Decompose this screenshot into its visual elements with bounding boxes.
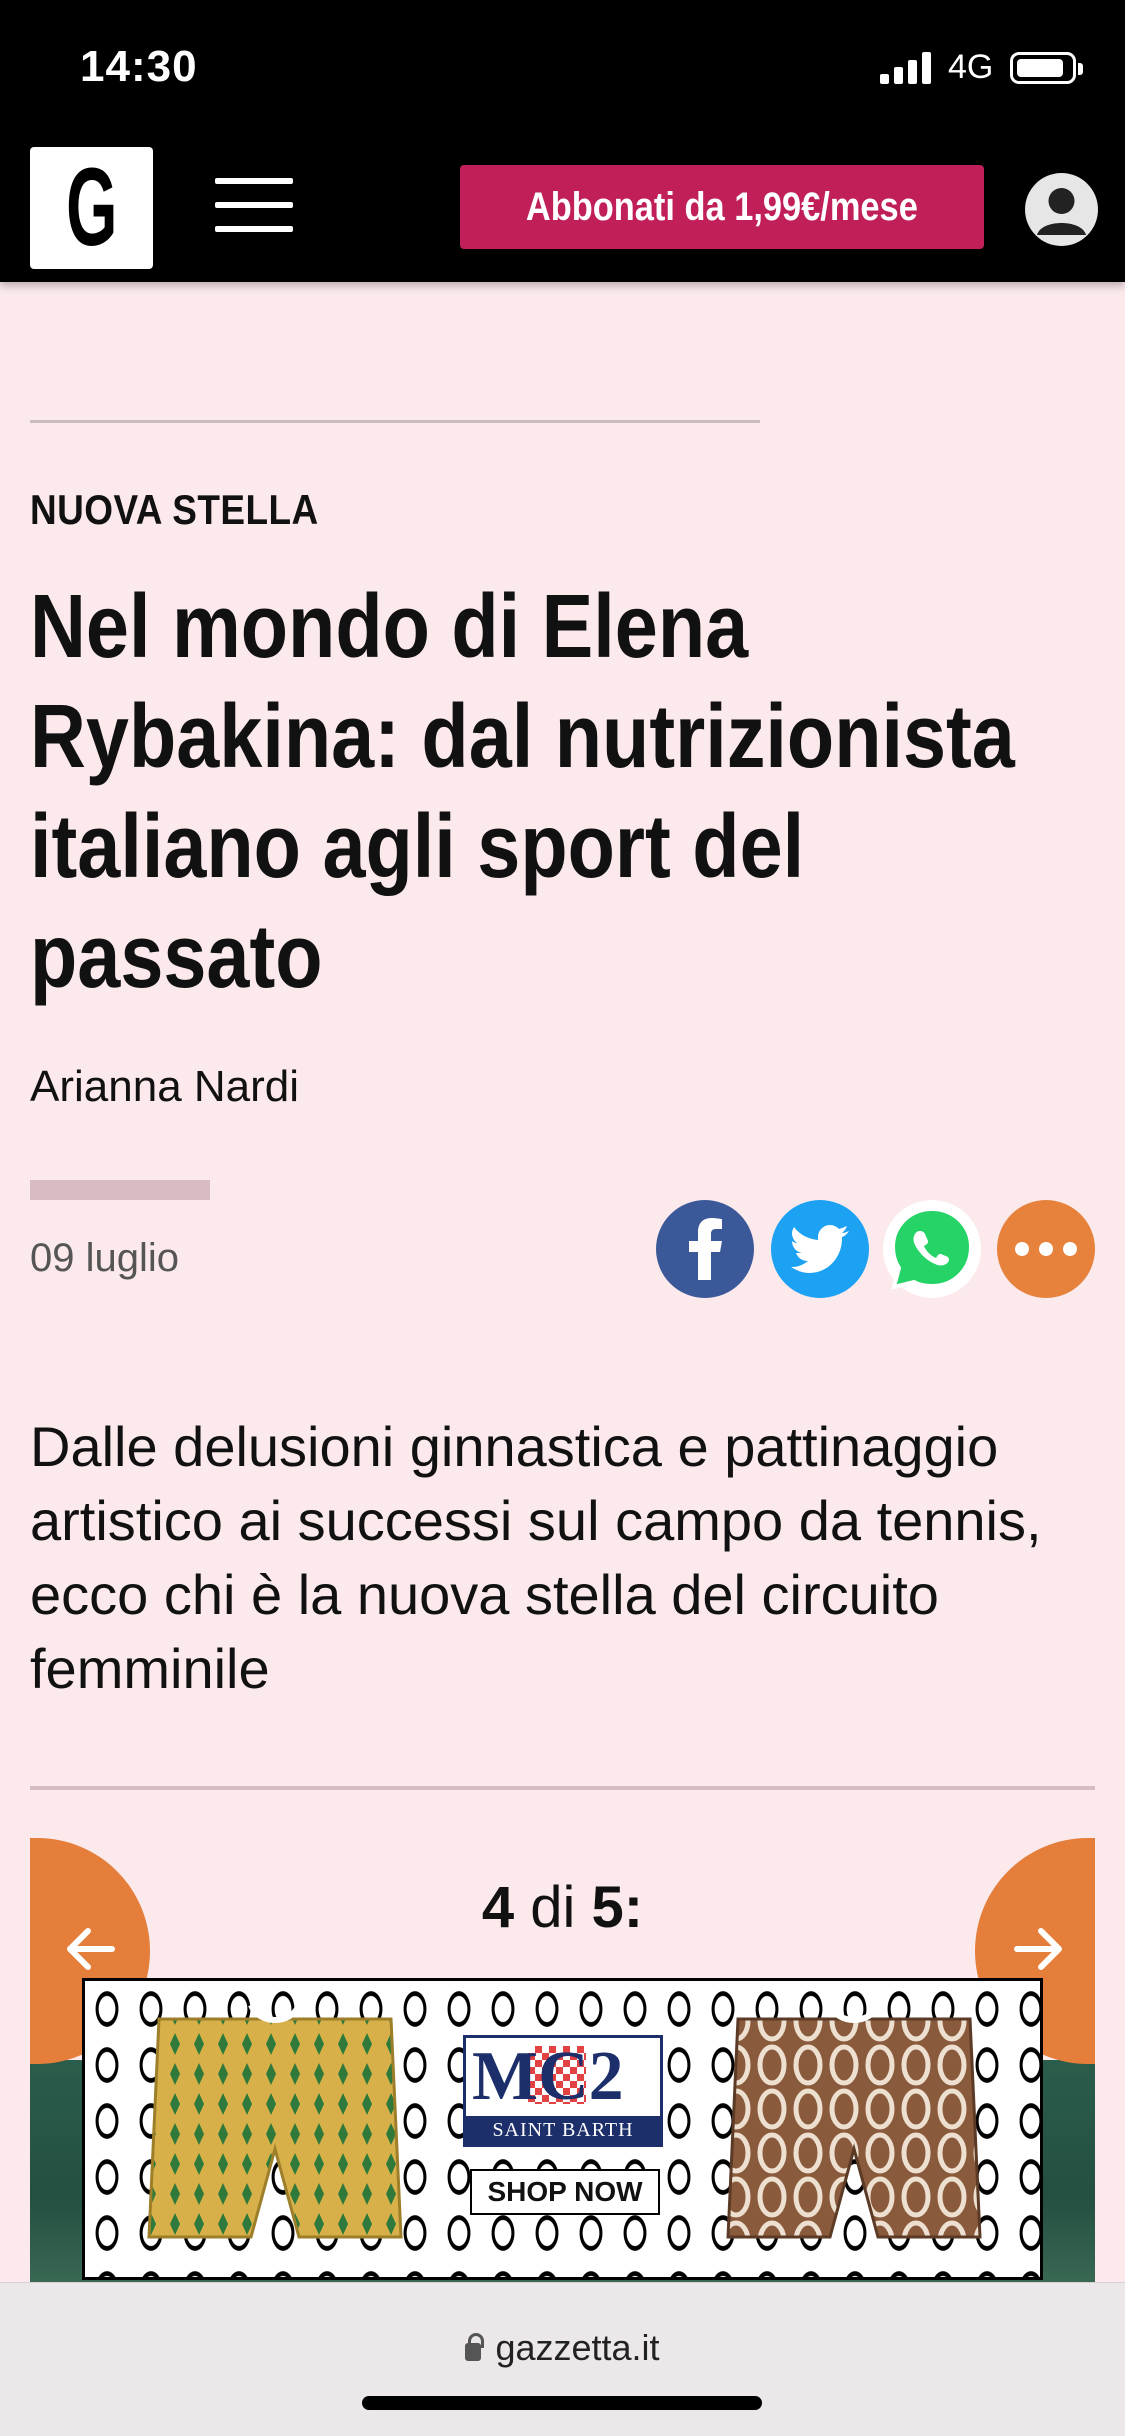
whatsapp-icon	[890, 1206, 974, 1290]
swim-shorts-yellow-image	[147, 2003, 403, 2239]
user-account-icon[interactable]	[1025, 173, 1098, 246]
gallery-divider	[30, 1786, 1095, 1790]
facebook-share-button[interactable]	[656, 1200, 754, 1298]
top-divider	[30, 420, 760, 423]
article-summary: Dalle delusioni ginnastica e pattinaggio…	[30, 1415, 1042, 1700]
headline-line: italiano agli sport del	[30, 797, 805, 897]
browser-url[interactable]: gazzetta.it	[0, 2327, 1125, 2369]
whatsapp-share-button[interactable]	[883, 1200, 981, 1298]
browser-address-bar[interactable]: gazzetta.it	[0, 2282, 1125, 2436]
headline-line: Nel mondo di Elena	[30, 577, 749, 677]
article-headline: Nel mondo di Elena Rybakina: dal nutrizi…	[30, 572, 1110, 1012]
twitter-icon	[791, 1225, 849, 1273]
network-type: 4G	[948, 48, 994, 86]
advertisement-banner[interactable]: MC2 SAINT BARTH SHOP NOW	[82, 1978, 1043, 2280]
menu-icon[interactable]	[215, 178, 293, 234]
lock-icon	[465, 2333, 485, 2361]
subscribe-button[interactable]: Abbonati da 1,99€/mese	[460, 165, 984, 249]
facebook-icon	[689, 1218, 722, 1280]
article-date: 09 luglio	[30, 1236, 180, 1280]
status-bar: 14:30 4G	[0, 0, 1125, 140]
author-divider	[30, 1180, 210, 1200]
article-kicker: NUOVA STELLA	[30, 486, 319, 533]
twitter-share-button[interactable]	[771, 1200, 869, 1298]
battery-icon	[1010, 52, 1083, 84]
site-header: G Abbonati da 1,99€/mese	[0, 140, 1125, 282]
cellular-signal-icon	[880, 52, 931, 84]
gazzetta-logo[interactable]: G	[30, 147, 153, 269]
arrow-right-icon	[1014, 1928, 1062, 1970]
shop-now-button[interactable]: SHOP NOW	[470, 2169, 660, 2215]
swim-shorts-brown-image	[726, 2003, 982, 2239]
mc2-logo: MC2 SAINT BARTH	[463, 2035, 663, 2147]
gallery-counter: 4 di 5:	[481, 1875, 644, 1940]
headline-line: Rybakina: dal nutrizionista	[30, 687, 1015, 787]
home-indicator[interactable]	[362, 2396, 762, 2410]
headline-line: passato	[30, 907, 323, 1007]
more-share-button[interactable]	[997, 1200, 1095, 1298]
more-icon	[1015, 1242, 1077, 1256]
status-time: 14:30	[80, 42, 198, 91]
arrow-left-icon	[67, 1928, 115, 1970]
article-author[interactable]: Arianna Nardi	[30, 1062, 299, 1112]
